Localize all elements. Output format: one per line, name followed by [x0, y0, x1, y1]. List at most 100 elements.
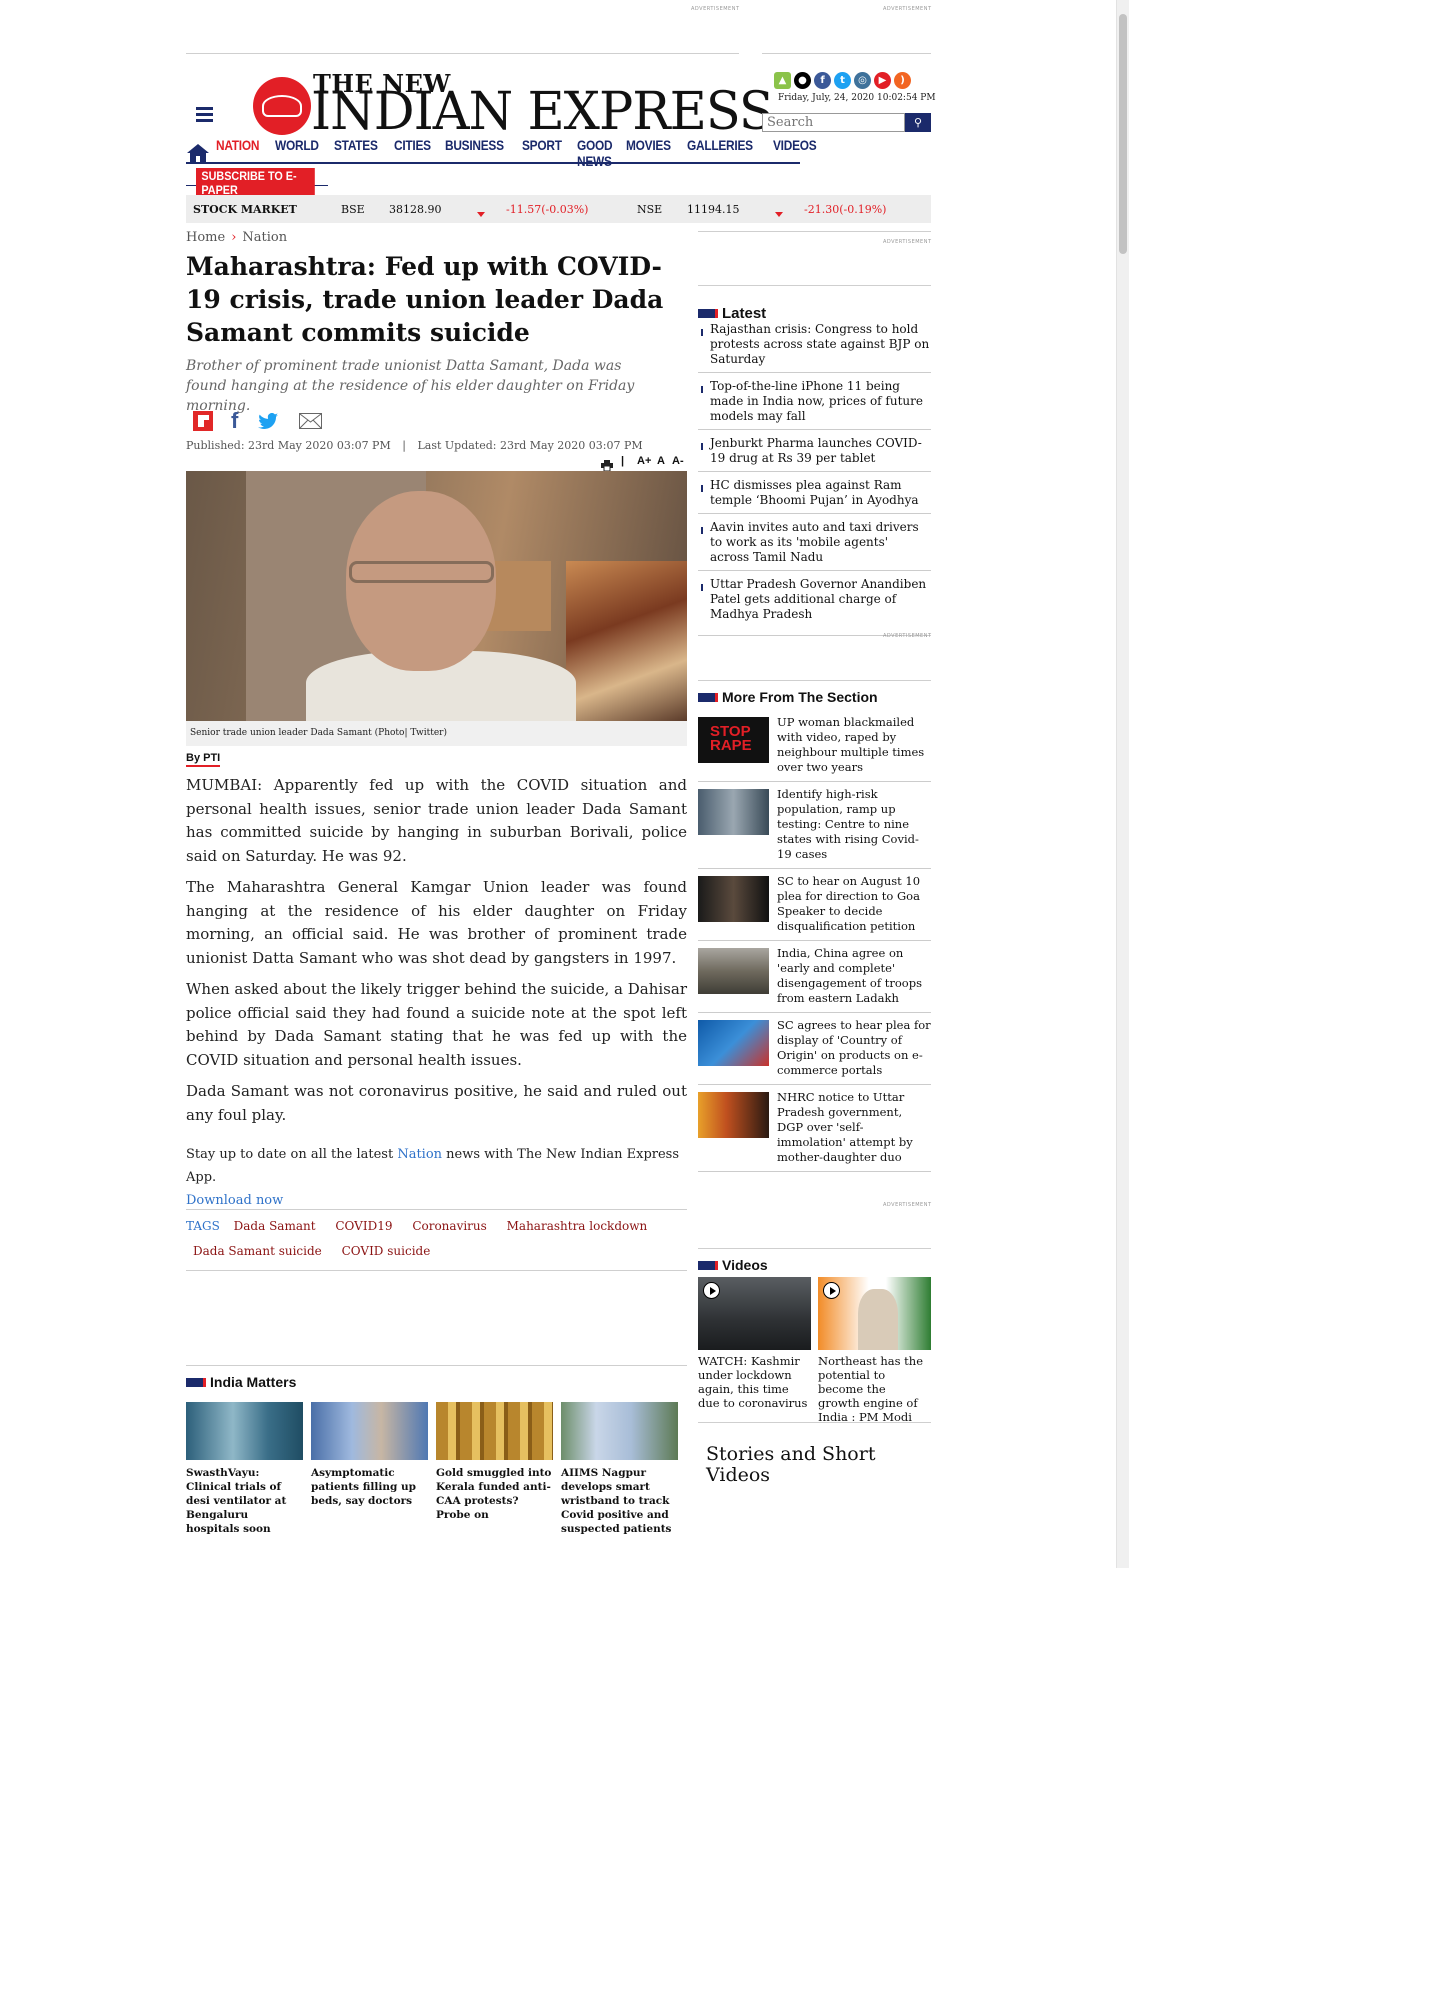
search-input[interactable] — [762, 113, 905, 132]
scrollbar-thumb[interactable] — [1119, 14, 1127, 254]
instagram-icon[interactable]: ◎ — [854, 72, 871, 89]
tag-link[interactable]: Dada Samant suicide — [193, 1244, 322, 1258]
more-item[interactable]: SC agrees to hear plea for display of 'C… — [698, 1013, 931, 1085]
more-item[interactable]: STOP RAPE UP woman blackmailed with vide… — [698, 710, 931, 782]
nav-item-cities[interactable]: CITIES — [394, 137, 431, 169]
nav-item-videos[interactable]: VIDEOS — [773, 137, 817, 169]
breadcrumb-section[interactable]: Nation — [242, 230, 287, 245]
item-title: NHRC notice to Uttar Pradesh government,… — [777, 1090, 913, 1164]
card-title: AIIMS Nagpur develops smart wristband to… — [561, 1467, 672, 1535]
search-button[interactable]: ⚲ — [905, 113, 931, 132]
tag-link[interactable]: COVID19 — [335, 1219, 392, 1233]
menu-icon[interactable] — [196, 104, 213, 125]
video-card[interactable]: Northeast has the potential to become th… — [818, 1277, 931, 1424]
search-box: ⚲ — [762, 113, 931, 132]
india-matters-card[interactable]: Gold smuggled into Kerala funded anti-CA… — [436, 1402, 553, 1522]
android-icon[interactable]: ▲ — [774, 72, 791, 89]
tools-separator: | — [621, 455, 625, 467]
more-item[interactable]: India, China agree on 'early and complet… — [698, 941, 931, 1013]
photo-caption: Senior trade union leader Dada Samant (P… — [186, 721, 687, 746]
videos-heading: Videos — [698, 1257, 768, 1273]
more-item[interactable]: NHRC notice to Uttar Pradesh government,… — [698, 1085, 931, 1172]
nav-item-world[interactable]: WORLD — [275, 137, 319, 169]
india-matters-card[interactable]: Asymptomatic patients filling up beds, s… — [311, 1402, 428, 1508]
play-icon[interactable] — [823, 1282, 840, 1299]
ad-label-top-left: ADVERTISEMENT — [691, 6, 740, 12]
item-title: Identify high-risk population, ramp up t… — [777, 787, 919, 861]
tag-link[interactable]: Dada Samant — [234, 1219, 316, 1233]
tag-link[interactable]: Maharashtra lockdown — [507, 1219, 648, 1233]
india-matters-title: India Matters — [210, 1374, 297, 1390]
twitter-icon[interactable]: t — [834, 72, 851, 89]
latest-item[interactable]: Rajasthan crisis: Congress to hold prote… — [698, 316, 931, 373]
ad-label-top-right: ADVERTISEMENT — [883, 6, 932, 12]
item-thumbnail — [698, 1092, 769, 1138]
india-matters-heading: India Matters — [186, 1374, 296, 1390]
divider — [698, 231, 931, 232]
video-title: Northeast has the potential to become th… — [818, 1354, 924, 1424]
india-matters-card[interactable]: AIIMS Nagpur develops smart wristband to… — [561, 1402, 678, 1536]
byline[interactable]: By PTI — [186, 752, 221, 767]
section-link[interactable]: Nation — [397, 1147, 442, 1162]
breadcrumb-home[interactable]: Home — [186, 230, 225, 245]
nav-item-states[interactable]: STATES — [334, 137, 378, 169]
divider — [186, 1365, 687, 1366]
latest-item[interactable]: Uttar Pradesh Governor Anandiben Patel g… — [698, 571, 931, 636]
rss-icon[interactable]: ) — [894, 72, 911, 89]
latest-item[interactable]: Jenburkt Pharma launches COVID-19 drug a… — [698, 430, 931, 472]
facebook-icon[interactable]: f — [814, 72, 831, 89]
date-time: Friday, July, 24, 2020 10:02:54 PM — [778, 93, 936, 103]
more-item[interactable]: SC to hear on August 10 plea for directi… — [698, 869, 931, 941]
latest-item[interactable]: Top-of-the-line iPhone 11 being made in … — [698, 373, 931, 430]
apple-icon[interactable]: ● — [794, 72, 811, 89]
tags-row-2: Dada Samant suicide COVID suicide — [193, 1244, 446, 1258]
subscribe-epaper-button[interactable]: SUBSCRIBE TO E-PAPER — [196, 168, 315, 198]
nav-item-movies[interactable]: MOVIES — [626, 137, 671, 169]
flipboard-icon[interactable] — [193, 411, 213, 431]
download-app-link[interactable]: Download now — [186, 1193, 283, 1208]
font-increase-button[interactable]: A+ — [637, 455, 651, 467]
app-promo: Stay up to date on all the latest Nation… — [186, 1143, 687, 1212]
video-card[interactable]: WATCH: Kashmir under lockdown again, thi… — [698, 1277, 811, 1410]
divider — [698, 285, 931, 286]
logo-emblem[interactable] — [253, 77, 311, 135]
nav-item-business[interactable]: BUSINESS — [445, 137, 504, 169]
tag-link[interactable]: Coronavirus — [412, 1219, 487, 1233]
nav-item-nation[interactable]: NATION — [216, 137, 259, 169]
facebook-share-icon[interactable]: f — [231, 408, 238, 434]
item-thumbnail — [698, 876, 769, 922]
tag-link[interactable]: COVID suicide — [342, 1244, 431, 1258]
nse-label: NSE — [637, 203, 663, 216]
font-reset-button[interactable]: A — [657, 455, 665, 467]
card-title: Asymptomatic patients filling up beds, s… — [311, 1467, 416, 1507]
latest-item[interactable]: Aavin invites auto and taxi drivers to w… — [698, 514, 931, 571]
logo-main-text[interactable]: INDIAN EXPRESS — [311, 86, 774, 138]
stock-market-bar: STOCK MARKET BSE 38128.90 -11.57(-0.03%)… — [186, 195, 931, 223]
article-body: MUMBAI: Apparently fed up with the COVID… — [186, 774, 687, 1135]
twitter-share-icon[interactable] — [258, 413, 278, 433]
nav-item-sport[interactable]: SPORT — [522, 137, 562, 169]
youtube-icon[interactable]: ▶ — [874, 72, 891, 89]
india-matters-card[interactable]: SwasthVayu: Clinical trials of desi vent… — [186, 1402, 303, 1536]
divider — [186, 1209, 687, 1210]
nse-change: -21.30(-0.19%) — [804, 203, 887, 216]
paragraph: When asked about the likely trigger behi… — [186, 980, 687, 1069]
nav-item-galleries[interactable]: GALLERIES — [687, 137, 753, 169]
play-icon[interactable] — [703, 1282, 720, 1299]
nav-item-good-news[interactable]: GOOD NEWS — [577, 137, 613, 169]
more-item[interactable]: Identify high-risk population, ramp up t… — [698, 782, 931, 869]
article-subtitle: Brother of prominent trade unionist Datt… — [186, 358, 635, 414]
vertical-scrollbar[interactable] — [1116, 0, 1129, 1568]
divider — [762, 53, 931, 54]
social-icons: ▲ ● f t ◎ ▶ ) — [774, 72, 911, 89]
font-decrease-button[interactable]: A- — [672, 455, 684, 467]
tags-label: TAGS — [186, 1219, 220, 1233]
item-title: SC to hear on August 10 plea for directi… — [777, 874, 921, 933]
tags: TAGS Dada Samant COVID19 Coronavirus Mah… — [186, 1219, 687, 1233]
stories-heading: Stories and Short Videos — [706, 1443, 876, 1486]
latest-item[interactable]: HC dismisses plea against Ram temple ‘Bh… — [698, 472, 931, 514]
email-share-icon[interactable] — [299, 413, 322, 433]
home-icon[interactable] — [186, 143, 210, 163]
item-thumbnail — [698, 1020, 769, 1066]
card-title: SwasthVayu: Clinical trials of desi vent… — [186, 1467, 287, 1535]
